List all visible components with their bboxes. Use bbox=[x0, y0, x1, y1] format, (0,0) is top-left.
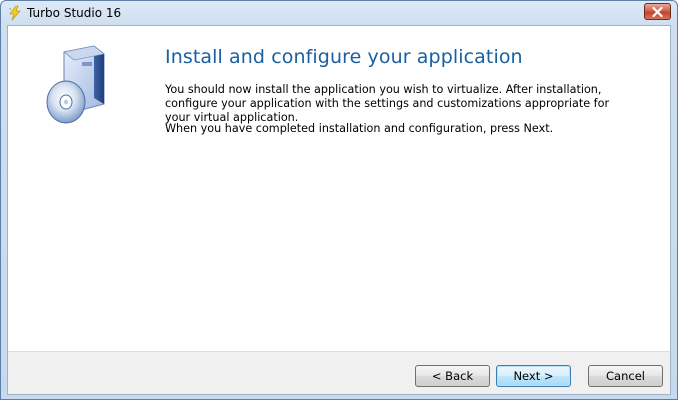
button-bar: < Back Next > Cancel bbox=[8, 351, 670, 394]
close-icon bbox=[652, 6, 663, 17]
wizard-client-area: Install and configure your application Y… bbox=[7, 25, 671, 395]
back-button[interactable]: < Back bbox=[415, 365, 490, 387]
window-title: Turbo Studio 16 bbox=[27, 6, 122, 20]
cancel-button[interactable]: Cancel bbox=[588, 365, 663, 387]
instruction-text: You should now install the application y… bbox=[165, 83, 610, 124]
software-box-cd-icon bbox=[46, 45, 105, 124]
page-heading: Install and configure your application bbox=[165, 46, 523, 68]
lightning-app-icon bbox=[9, 5, 21, 21]
app-window: Turbo Studio 16 Install and configure yo… bbox=[0, 0, 678, 400]
close-button[interactable] bbox=[644, 3, 671, 20]
next-instruction-text: When you have completed installation and… bbox=[165, 122, 554, 135]
title-bar[interactable]: Turbo Studio 16 bbox=[1, 1, 677, 25]
wizard-content: Install and configure your application Y… bbox=[8, 26, 670, 351]
next-button[interactable]: Next > bbox=[496, 365, 571, 387]
